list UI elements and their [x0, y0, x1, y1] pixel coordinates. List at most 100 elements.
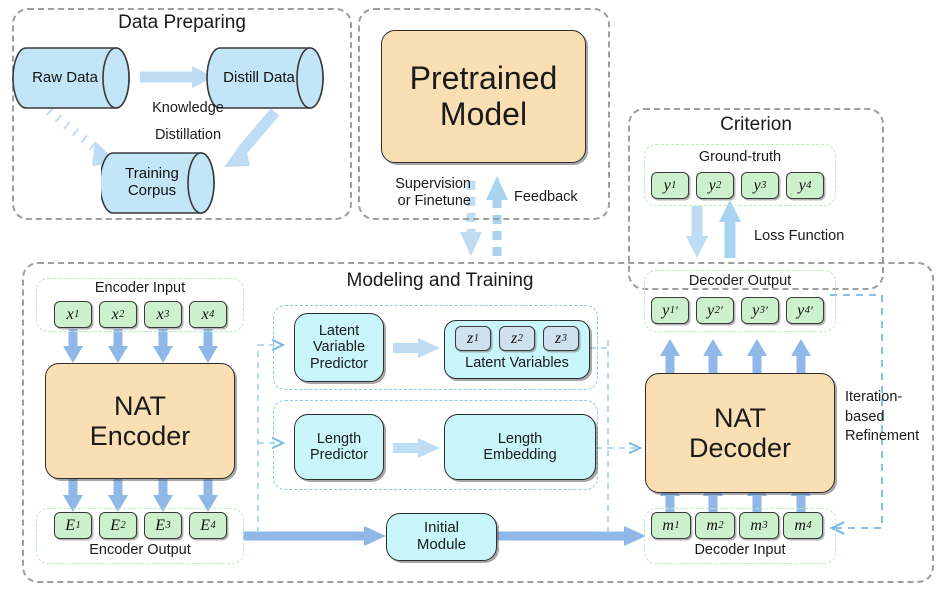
token-text: m: [706, 516, 718, 534]
label-latent-variables: Latent Variables: [465, 355, 569, 371]
refinement-line1: Iteration-: [845, 389, 903, 405]
token-latent-1: z1: [455, 326, 491, 351]
group-title-criterion: Criterion: [720, 114, 792, 135]
token-ground-truth-1: y1: [651, 172, 689, 199]
group-title-data-preparing: Data Preparing: [118, 12, 246, 33]
token-decoder-output-2: y 2 ′: [696, 297, 734, 324]
group-title-modeling-training: Modeling and Training: [346, 270, 534, 291]
refinement-line2: based: [845, 408, 885, 425]
token-sub: 2: [120, 520, 126, 531]
token-text: m: [794, 516, 806, 534]
nat-encoder-line1: NAT: [114, 390, 166, 421]
label-encoder-output: Encoder Output: [89, 542, 191, 558]
token-prime: ′: [810, 302, 813, 318]
token-text: y: [753, 176, 761, 194]
label-distillation: Distillation: [154, 127, 222, 143]
initial-module-box[interactable]: Initial Module: [386, 513, 497, 561]
diagram-canvas: Data Preparing Criterion Modeling and Tr…: [0, 0, 944, 592]
length-embedding-box[interactable]: Length Embedding: [444, 414, 596, 480]
token-latent-2: z2: [499, 326, 535, 351]
refinement-line3: Refinement: [845, 428, 920, 445]
nat-decoder-box[interactable]: NAT Decoder: [645, 373, 835, 493]
latent-predictor-line2: Variable: [312, 339, 366, 356]
token-text: y: [663, 176, 671, 194]
token-encoder-output-3: E3: [144, 512, 182, 539]
token-text: m: [662, 516, 674, 534]
latent-predictor-line3: Predictor: [309, 355, 369, 372]
token-text: E: [65, 516, 76, 534]
token-decoder-input-2: m2: [695, 512, 735, 539]
token-sub: 4: [210, 520, 216, 531]
label-supervision-or-finetune: Supervision or Finetune: [367, 176, 471, 210]
token-decoder-output-4: y 4 ′: [786, 297, 824, 324]
token-encoder-input-3: x3: [144, 301, 182, 328]
pretrained-model-box[interactable]: Pretrained Model: [381, 30, 586, 163]
token-sub: 3: [762, 520, 768, 531]
token-text: x: [201, 305, 209, 323]
cylinder-raw-data: Raw Data: [12, 47, 144, 109]
token-sub: 1: [473, 333, 479, 344]
token-encoder-input-1: x1: [54, 301, 92, 328]
token-ground-truth-3: y3: [741, 172, 779, 199]
token-decoder-input-4: m4: [783, 512, 823, 539]
token-sub: 1: [674, 520, 680, 531]
token-ground-truth-4: y4: [786, 172, 824, 199]
latent-variable-predictor-box[interactable]: Latent Variable Predictor: [294, 313, 384, 382]
token-text: x: [111, 305, 119, 323]
token-text: y: [797, 301, 805, 319]
token-text: y: [708, 176, 716, 194]
token-sub: 4: [806, 520, 812, 531]
cylinder-label-training-corpus: Training Corpus: [107, 152, 197, 214]
token-encoder-output-1: E1: [54, 512, 92, 539]
token-decoder-output-3: y 3 ′: [741, 297, 779, 324]
token-sub: 2: [119, 309, 125, 320]
training-corpus-line1: Training: [125, 165, 179, 183]
latent-predictor-line1: Latent: [318, 323, 360, 340]
token-text: y: [662, 301, 670, 319]
token-text: m: [750, 516, 762, 534]
nat-decoder-line2: Decoder: [688, 433, 792, 463]
pretrained-model-line1: Pretrained: [409, 59, 558, 96]
label-decoder-output: Decoder Output: [688, 273, 792, 289]
token-encoder-output-4: E4: [189, 512, 227, 539]
label-decoder-input: Decoder Input: [694, 542, 786, 558]
token-sub: 1: [74, 309, 80, 320]
token-text: y: [752, 301, 760, 319]
label-iteration-based-refinement: Iteration- based Refinement: [845, 388, 943, 447]
cylinder-training-corpus: Training Corpus: [101, 152, 229, 214]
token-prime: ′: [720, 302, 723, 318]
token-sub: 4: [209, 309, 215, 320]
length-predictor-box[interactable]: Length Predictor: [294, 414, 384, 480]
supervision-line1: Supervision: [395, 176, 471, 192]
token-text: x: [156, 305, 164, 323]
nat-encoder-line2: Encoder: [89, 421, 191, 451]
token-sub: 4: [806, 180, 812, 191]
label-knowledge: Knowledge: [152, 100, 224, 116]
token-decoder-input-1: m1: [651, 512, 691, 539]
initial-module-line2: Module: [416, 536, 467, 553]
length-predictor-line1: Length: [316, 430, 362, 447]
token-text: E: [155, 516, 166, 534]
token-sub: 3: [761, 180, 767, 191]
token-sub: 1: [75, 520, 81, 531]
label-feedback: Feedback: [514, 189, 578, 205]
cylinder-label-raw-data: Raw Data: [32, 68, 98, 86]
token-sub: 2: [517, 333, 523, 344]
nat-encoder-box[interactable]: NAT Encoder: [45, 363, 235, 479]
label-encoder-input: Encoder Input: [94, 280, 186, 296]
token-sub: 3: [165, 520, 171, 531]
token-decoder-output-1: y 1 ′: [651, 297, 689, 324]
token-text: E: [200, 516, 211, 534]
token-text: x: [66, 305, 74, 323]
token-encoder-input-4: x4: [189, 301, 227, 328]
token-prime: ′: [675, 302, 678, 318]
length-predictor-line2: Predictor: [309, 447, 369, 463]
length-embedding-line1: Length: [497, 430, 543, 447]
nat-decoder-line1: NAT: [714, 402, 766, 433]
token-encoder-output-2: E2: [99, 512, 137, 539]
length-embedding-line2: Embedding: [483, 447, 557, 463]
token-text: E: [110, 516, 121, 534]
label-loss-function: Loss Function: [754, 228, 845, 244]
initial-module-line1: Initial: [423, 519, 460, 537]
pretrained-model-line2: Model: [439, 95, 528, 132]
